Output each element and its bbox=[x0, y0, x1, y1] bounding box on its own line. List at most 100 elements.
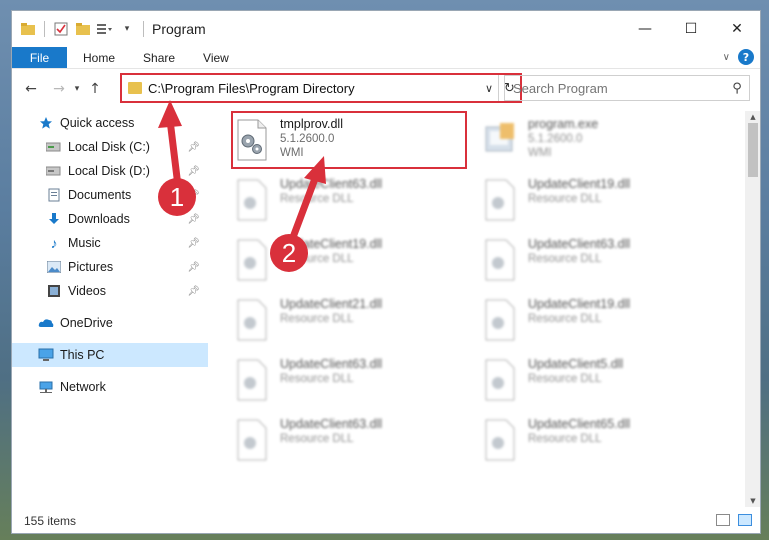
chevron-down-icon[interactable]: ∨ bbox=[480, 82, 498, 95]
pin-icon[interactable]: 📌︎ bbox=[187, 286, 200, 297]
file-description: Resource DLL bbox=[528, 193, 602, 205]
search-box[interactable]: ⚲ bbox=[504, 75, 750, 101]
address-bar[interactable]: C:\Program Files\Program Directory ∨ ↻ bbox=[120, 73, 522, 103]
sidebar-item-label: This PC bbox=[60, 348, 105, 362]
dll-icon bbox=[482, 239, 518, 281]
dll-icon bbox=[234, 179, 270, 221]
annotation-badge-2: 2 bbox=[270, 234, 308, 272]
properties-icon[interactable] bbox=[53, 21, 69, 37]
tab-home[interactable]: Home bbox=[67, 47, 129, 68]
sidebar-item-label: Music bbox=[68, 236, 101, 250]
file-name: UpdateClient19.dll bbox=[528, 177, 631, 191]
maximize-button[interactable]: ☐ bbox=[668, 11, 714, 47]
search-input[interactable] bbox=[513, 80, 725, 96]
expand-ribbon-icon[interactable]: ∨ bbox=[723, 52, 730, 63]
customize-toolbar-icon[interactable] bbox=[97, 21, 113, 37]
minimize-button[interactable]: — bbox=[622, 11, 668, 47]
tiles-view-icon[interactable] bbox=[738, 514, 752, 526]
file-tile[interactable]: program.exe 5.1.2600.0 WMI bbox=[460, 111, 692, 167]
folder-icon bbox=[128, 82, 142, 94]
file-tile[interactable]: UpdateClient5.dll Resource DLL bbox=[460, 351, 692, 407]
toolbar-divider bbox=[143, 21, 144, 37]
help-icon[interactable]: ? bbox=[738, 49, 754, 65]
file-highlight-box bbox=[231, 111, 467, 169]
sidebar-item-label: OneDrive bbox=[60, 316, 113, 330]
cloud-icon bbox=[38, 315, 54, 331]
sidebar-item-label: Local Disk (D:) bbox=[68, 164, 150, 178]
address-path[interactable]: C:\Program Files\Program Directory bbox=[148, 81, 480, 96]
sidebar-item-label: Downloads bbox=[68, 212, 130, 226]
sidebar-item-label: Local Disk (C:) bbox=[68, 140, 150, 154]
file-description: Resource DLL bbox=[280, 193, 354, 205]
sidebar-item-pictures[interactable]: Pictures 📌︎ bbox=[12, 255, 208, 279]
pin-icon[interactable]: 📌︎ bbox=[187, 238, 200, 249]
new-folder-icon[interactable] bbox=[75, 21, 91, 37]
search-icon[interactable]: ⚲ bbox=[725, 81, 749, 96]
sidebar-item-local-disk-c[interactable]: Local Disk (C:) 📌︎ bbox=[12, 135, 208, 159]
file-name: UpdateClient19.dll bbox=[528, 297, 631, 311]
pin-icon[interactable]: 📌︎ bbox=[187, 166, 200, 177]
tab-file[interactable]: File bbox=[12, 47, 67, 68]
file-tile[interactable]: UpdateClient63.dll Resource DLL bbox=[460, 231, 692, 287]
music-icon: ♪ bbox=[50, 235, 58, 251]
drive-icon bbox=[46, 139, 62, 155]
tab-view[interactable]: View bbox=[189, 47, 243, 68]
dll-icon bbox=[234, 359, 270, 401]
sidebar-item-label: Videos bbox=[68, 284, 106, 298]
drive-icon bbox=[46, 163, 62, 179]
file-description: Resource DLL bbox=[528, 433, 602, 445]
details-view-icon[interactable] bbox=[716, 514, 730, 526]
file-tile[interactable]: UpdateClient21.dll Resource DLL bbox=[212, 291, 444, 347]
file-tile[interactable]: UpdateClient63.dll Resource DLL bbox=[212, 411, 444, 467]
dll-icon bbox=[234, 299, 270, 341]
dll-icon bbox=[234, 239, 270, 281]
pin-icon[interactable]: 📌︎ bbox=[187, 142, 200, 153]
close-button[interactable]: ✕ bbox=[714, 11, 760, 47]
explorer-window: ▾ Program — ☐ ✕ File Home Share View ∨ ?… bbox=[11, 10, 761, 534]
window-controls: — ☐ ✕ bbox=[622, 11, 760, 47]
sidebar-item-onedrive[interactable]: OneDrive bbox=[12, 311, 208, 335]
annotation-badge-1: 1 bbox=[158, 178, 196, 216]
file-tile[interactable]: UpdateClient19.dll Resource DLL bbox=[460, 171, 692, 227]
status-bar: 155 items bbox=[12, 507, 760, 533]
chevron-down-icon[interactable]: ▾ bbox=[119, 21, 135, 37]
recent-locations-icon[interactable]: ▾ bbox=[70, 84, 84, 94]
file-tile[interactable]: UpdateClient19.dll Resource DLL bbox=[460, 291, 692, 347]
navigation-bar: ← → ▾ ↑ C:\Program Files\Program Directo… bbox=[12, 69, 760, 109]
file-description: WMI bbox=[528, 147, 552, 159]
tab-share[interactable]: Share bbox=[129, 47, 189, 68]
window-title: Program bbox=[152, 21, 206, 37]
scroll-up-icon[interactable]: ▲ bbox=[745, 111, 760, 123]
file-name: UpdateClient5.dll bbox=[528, 357, 624, 371]
file-tile[interactable]: UpdateClient19.dll Resource DLL bbox=[212, 231, 444, 287]
folder-icon bbox=[20, 21, 36, 37]
file-tile[interactable]: UpdateClient63.dll Resource DLL bbox=[212, 171, 444, 227]
network-icon bbox=[38, 379, 54, 395]
sidebar-item-this-pc[interactable]: This PC bbox=[12, 343, 208, 367]
forward-arrow-icon[interactable]: → bbox=[48, 81, 70, 97]
file-tile[interactable]: UpdateClient65.dll Resource DLL bbox=[460, 411, 692, 467]
file-description: Resource DLL bbox=[280, 313, 354, 325]
pin-icon[interactable]: 📌︎ bbox=[187, 214, 200, 225]
vertical-scrollbar[interactable]: ▲ ▼ bbox=[745, 111, 760, 507]
up-arrow-icon[interactable]: ↑ bbox=[84, 81, 106, 97]
scrollbar-thumb[interactable] bbox=[748, 123, 758, 177]
sidebar-item-music[interactable]: ♪ Music 📌︎ bbox=[12, 231, 208, 255]
file-name: UpdateClient63.dll bbox=[528, 237, 631, 251]
dll-icon bbox=[482, 419, 518, 461]
navigation-pane: Quick access Local Disk (C:) 📌︎ Local Di… bbox=[12, 111, 208, 501]
dll-icon bbox=[234, 419, 270, 461]
sidebar-item-network[interactable]: Network bbox=[12, 375, 208, 399]
file-description: Resource DLL bbox=[280, 433, 354, 445]
file-tile[interactable]: UpdateClient63.dll Resource DLL bbox=[212, 351, 444, 407]
back-arrow-icon[interactable]: ← bbox=[20, 81, 42, 97]
dll-icon bbox=[482, 299, 518, 341]
file-name: program.exe bbox=[528, 117, 599, 131]
sidebar-item-quick-access[interactable]: Quick access bbox=[12, 111, 208, 135]
pin-icon[interactable]: 📌︎ bbox=[187, 262, 200, 273]
scroll-down-icon[interactable]: ▼ bbox=[745, 495, 760, 507]
file-name: UpdateClient65.dll bbox=[528, 417, 631, 431]
file-name: UpdateClient63.dll bbox=[280, 177, 383, 191]
sidebar-item-videos[interactable]: Videos 📌︎ bbox=[12, 279, 208, 303]
sidebar-item-label: Quick access bbox=[60, 116, 135, 130]
